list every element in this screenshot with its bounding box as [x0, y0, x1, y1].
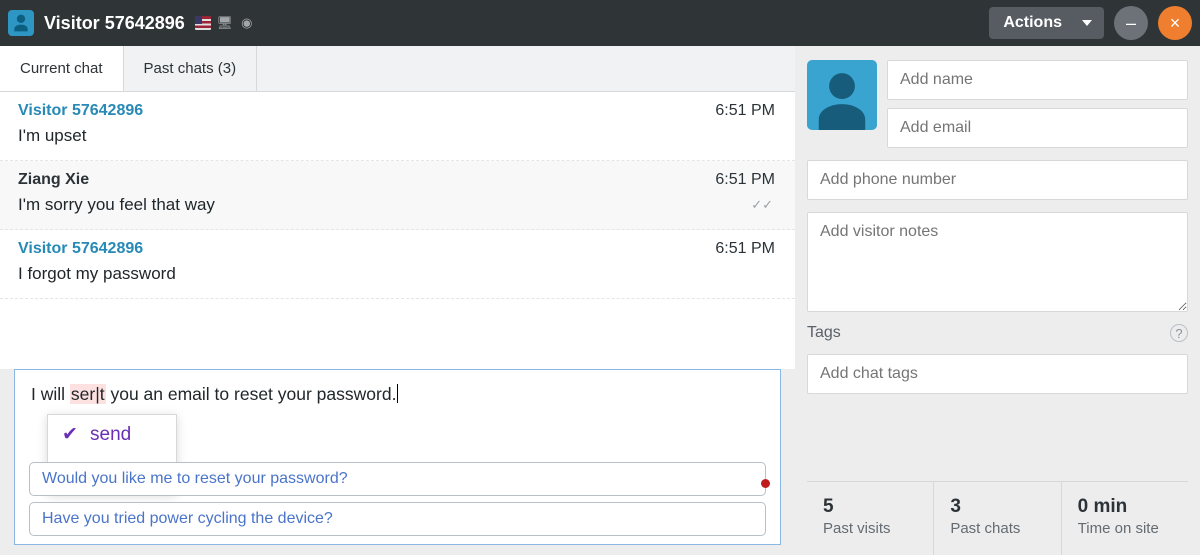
tab-current-chat[interactable]: Current chat — [0, 46, 124, 91]
stat-past-visits: 5 Past visits — [807, 482, 934, 555]
message-body: I'm sorry you feel that way — [18, 195, 777, 215]
window-header: Visitor 57642896 🖥 ◉ Actions – × — [0, 0, 1200, 46]
chat-message: Visitor 57642896 6:51 PM I'm upset — [0, 92, 795, 161]
help-icon[interactable]: ? — [1170, 324, 1188, 342]
message-body: I'm upset — [18, 126, 777, 146]
person-icon — [11, 13, 31, 33]
name-field[interactable] — [887, 60, 1188, 100]
message-sender: Visitor 57642896 — [18, 240, 777, 258]
stat-time-on-site: 0 min Time on site — [1062, 482, 1188, 555]
suggested-replies: Would you like me to reset your password… — [29, 462, 766, 536]
suggested-reply-2[interactable]: Have you tried power cycling the device? — [29, 502, 766, 536]
message-time: 6:51 PM — [715, 102, 775, 120]
phone-field[interactable] — [807, 160, 1188, 200]
visitor-badges: 🖥 ◉ — [195, 16, 255, 30]
visitor-stats: 5 Past visits 3 Past chats 0 min Time on… — [807, 481, 1188, 555]
chat-transcript: Visitor 57642896 6:51 PM I'm upset Ziang… — [0, 92, 795, 369]
visitor-sidebar: Tags ? 5 Past visits 3 Past chats 0 min … — [795, 46, 1200, 555]
desktop-icon: 🖥 — [217, 16, 233, 30]
spellcheck-suggestion[interactable]: ✔ send — [48, 415, 176, 454]
text-cursor-icon — [397, 384, 398, 403]
visitor-avatar — [807, 60, 877, 130]
message-time: 6:51 PM — [715, 240, 775, 258]
message-sender: Ziang Xie — [18, 171, 777, 189]
tags-label: Tags — [807, 324, 841, 342]
visitor-avatar-small — [8, 10, 34, 36]
suggested-reply-1[interactable]: Would you like me to reset your password… — [29, 462, 766, 496]
misspelled-word: ser|t — [70, 384, 106, 404]
person-icon — [811, 68, 873, 130]
message-time: 6:51 PM — [715, 171, 775, 189]
close-button[interactable]: × — [1158, 6, 1192, 40]
tags-field[interactable] — [807, 354, 1188, 394]
notes-field[interactable] — [807, 212, 1188, 312]
email-field[interactable] — [887, 108, 1188, 148]
chat-message: Ziang Xie 6:51 PM I'm sorry you feel tha… — [0, 161, 795, 230]
actions-dropdown[interactable]: Actions — [989, 7, 1104, 39]
stat-past-chats: 3 Past chats — [934, 482, 1061, 555]
message-body: I forgot my password — [18, 264, 777, 284]
flag-us-icon — [195, 16, 211, 30]
chat-message: Visitor 57642896 6:51 PM I forgot my pas… — [0, 230, 795, 299]
read-receipt-icon: ✓✓ — [751, 197, 773, 213]
page-title: Visitor 57642896 — [44, 13, 185, 34]
compose-box[interactable]: I will ser|t you an email to reset your … — [14, 369, 781, 545]
check-icon: ✔ — [62, 423, 78, 446]
message-sender: Visitor 57642896 — [18, 102, 777, 120]
recording-indicator-icon — [761, 479, 770, 488]
compose-text[interactable]: I will ser|t you an email to reset your … — [31, 384, 764, 405]
tab-past-chats[interactable]: Past chats (3) — [124, 46, 258, 91]
minimize-button[interactable]: – — [1114, 6, 1148, 40]
browser-icon: ◉ — [239, 16, 255, 30]
chat-tabs: Current chat Past chats (3) — [0, 46, 795, 92]
